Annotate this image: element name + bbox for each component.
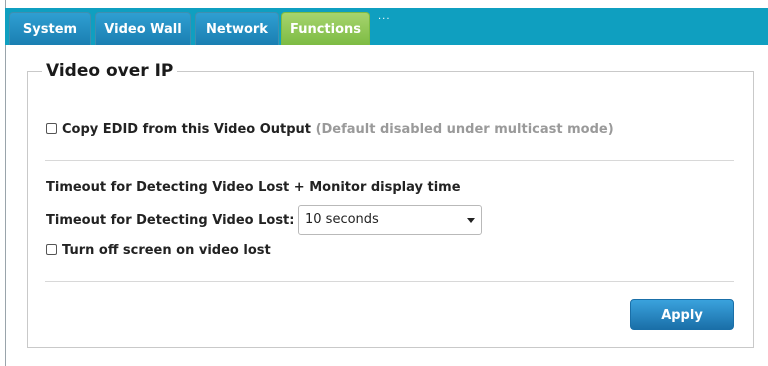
tab-functions[interactable]: Functions — [281, 12, 370, 45]
copy-edid-checkbox[interactable] — [46, 123, 57, 134]
divider — [45, 281, 734, 282]
section-title: Video over IP — [42, 61, 178, 81]
timeout-select-value: 10 seconds — [305, 212, 379, 227]
divider — [45, 160, 734, 161]
copy-edid-note: (Default disabled under multicast mode) — [315, 122, 614, 137]
copy-edid-label[interactable]: Copy EDID from this Video Output — [62, 122, 311, 137]
turn-off-checkbox[interactable] — [46, 244, 57, 255]
chevron-down-icon — [467, 218, 475, 223]
tab-bar-grip-icon: ··· — [378, 14, 391, 25]
timeout-select[interactable]: 10 seconds — [298, 205, 482, 235]
tab-bar: System Video Wall Network Functions ··· — [5, 8, 768, 45]
copy-edid-row: Copy EDID from this Video Output (Defaul… — [46, 122, 614, 137]
tab-network[interactable]: Network — [195, 12, 279, 45]
timeout-heading: Timeout for Detecting Video Lost + Monit… — [46, 180, 461, 195]
timeout-label: Timeout for Detecting Video Lost: — [46, 213, 295, 228]
turn-off-label[interactable]: Turn off screen on video lost — [62, 243, 271, 258]
window-left-border — [5, 0, 6, 366]
apply-button[interactable]: Apply — [630, 299, 734, 330]
turn-off-row: Turn off screen on video lost — [46, 243, 271, 258]
tab-video-wall[interactable]: Video Wall — [95, 12, 191, 45]
tab-system[interactable]: System — [9, 12, 91, 45]
